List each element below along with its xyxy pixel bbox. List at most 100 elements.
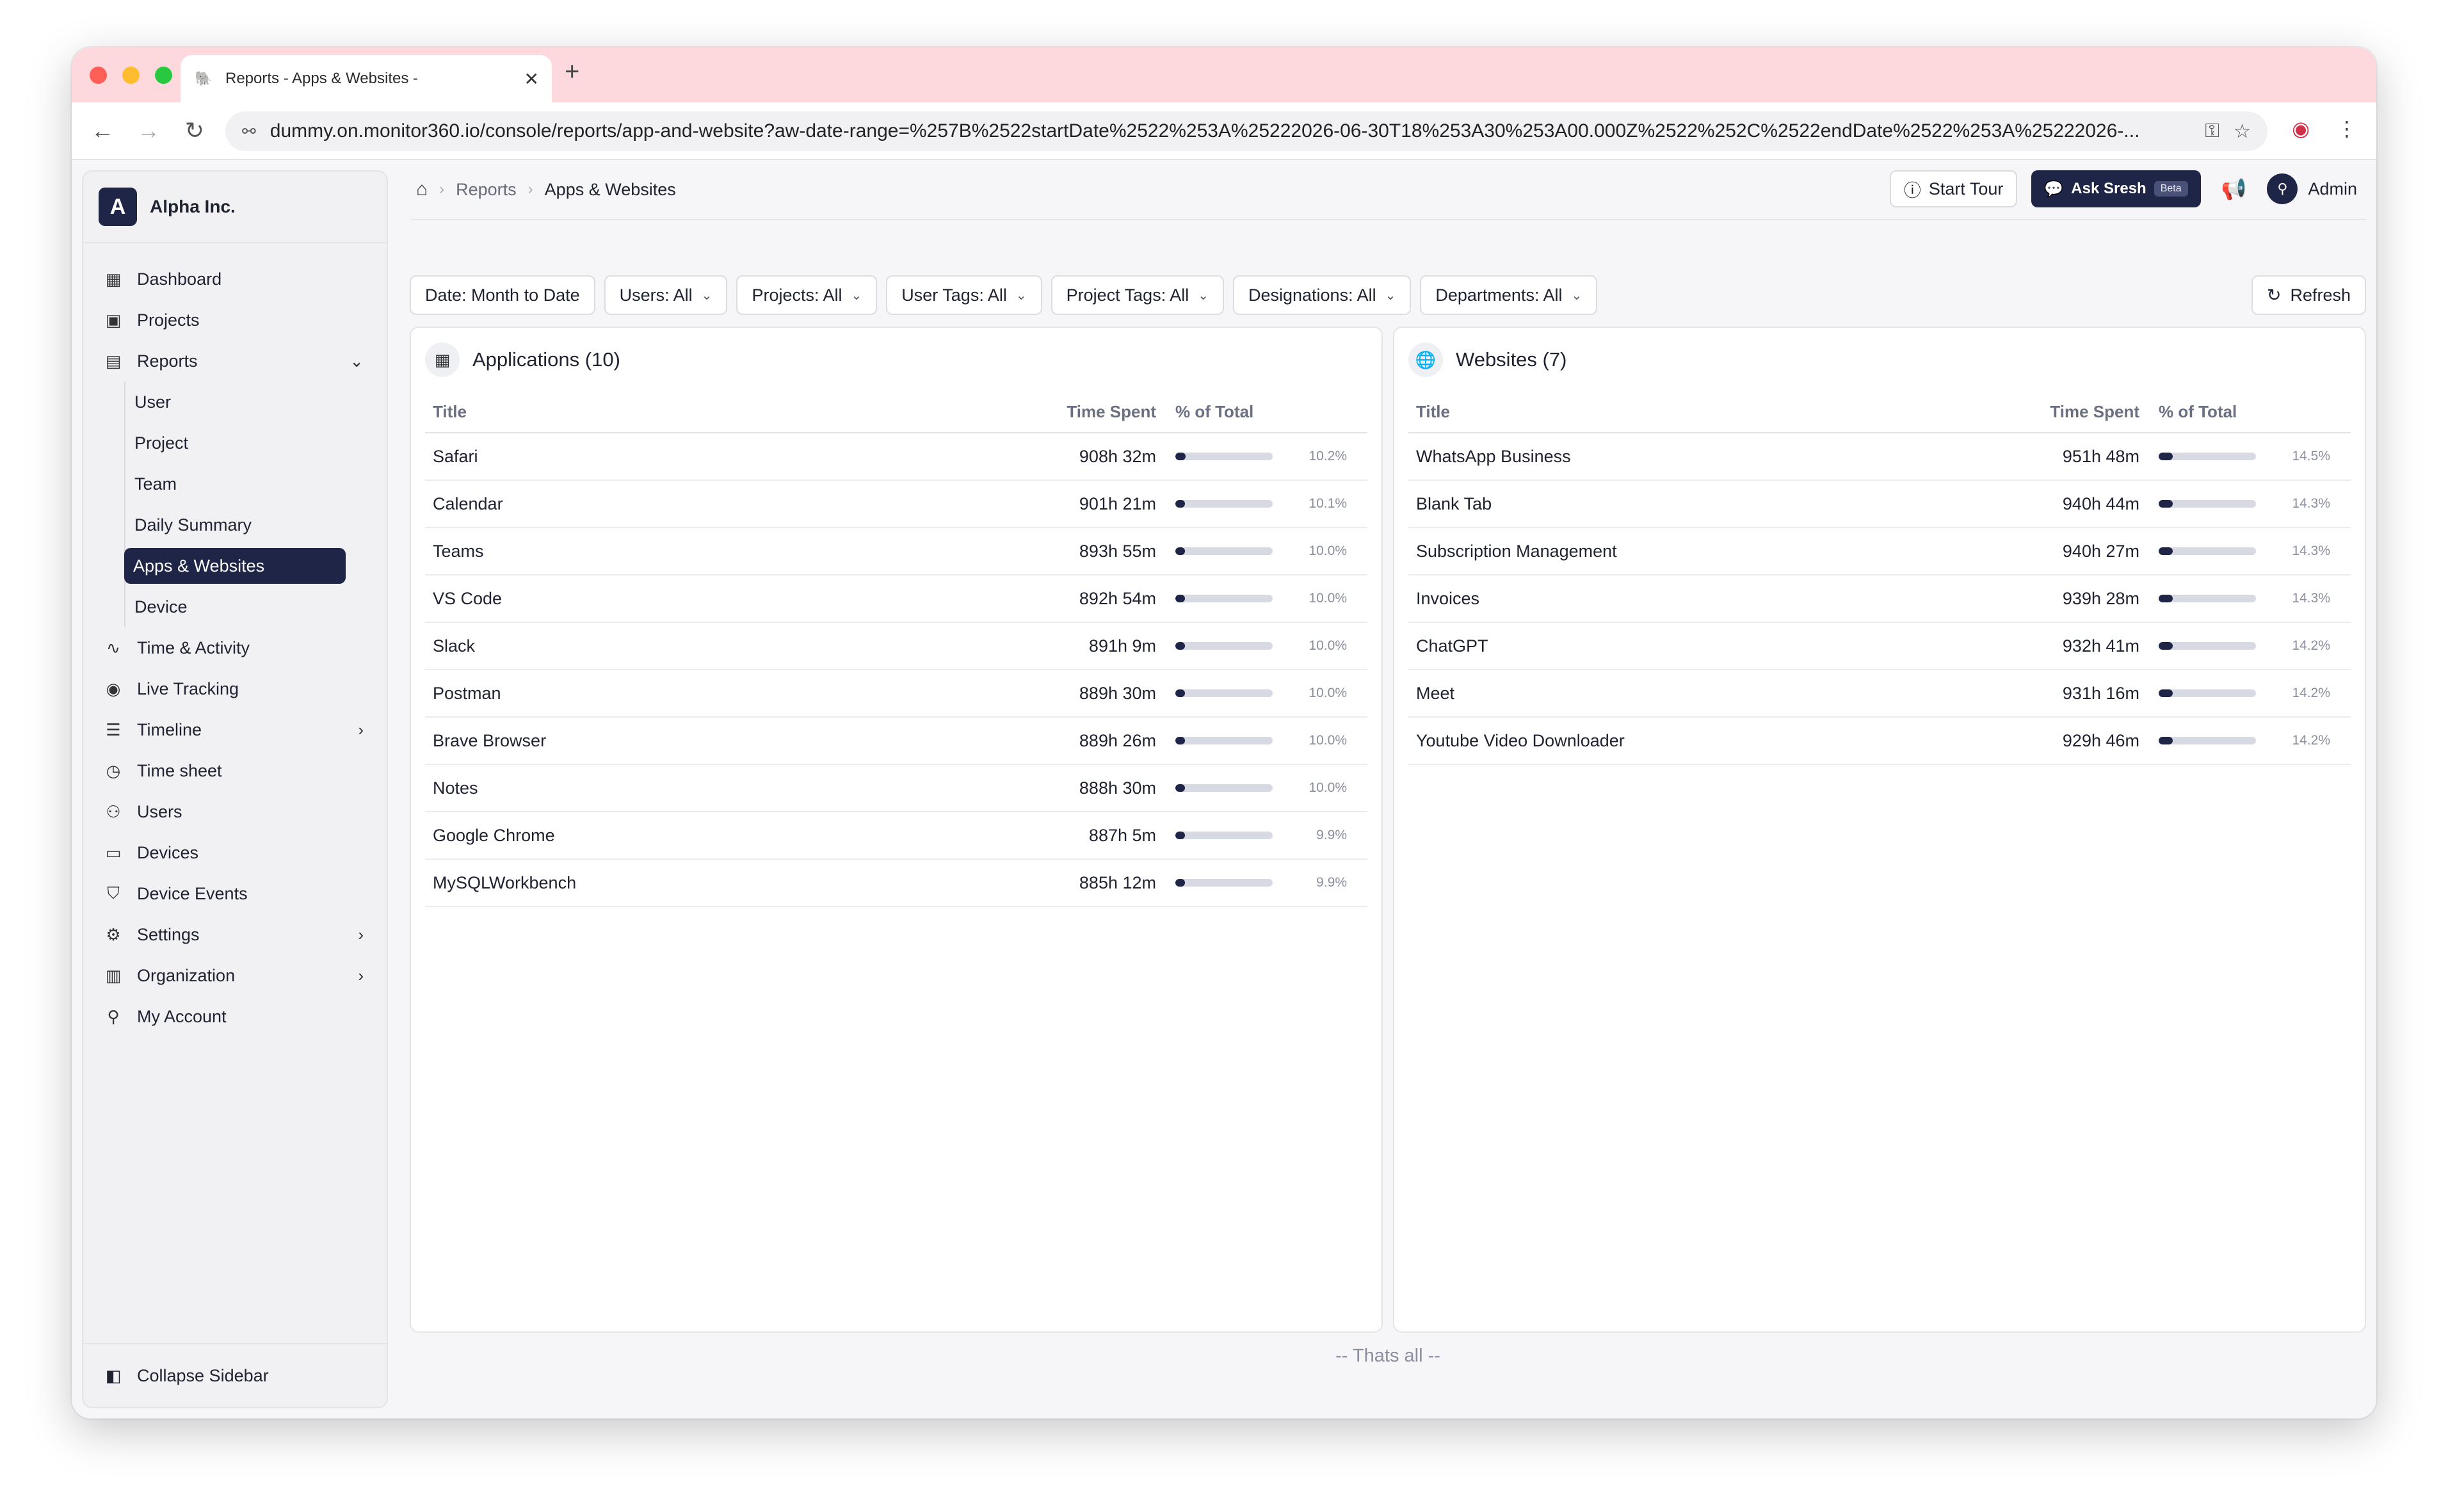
column-header-time-spent[interactable]: Time Spent [2031, 392, 2159, 433]
column-header-percent[interactable]: % of Total [2159, 392, 2351, 433]
close-window-button[interactable] [90, 66, 107, 84]
row-percent: 14.3% [2159, 480, 2351, 528]
home-icon[interactable]: ⌂ [416, 179, 428, 200]
sidebar-item-dashboard[interactable]: ▦ Dashboard [83, 259, 387, 300]
row-title: Postman [425, 670, 1047, 718]
sidebar-item-time-activity[interactable]: ∿ Time & Activity [83, 627, 387, 668]
departments-filter[interactable]: Departments: All ⌄ [1420, 275, 1598, 315]
new-tab-icon[interactable]: + [565, 58, 579, 86]
table-row[interactable]: Calendar 901h 21m 10.1% [425, 480, 1367, 528]
sidebar-item-projects[interactable]: ▣ Projects [83, 300, 387, 341]
table-row[interactable]: ChatGPT 932h 41m 14.2% [1408, 622, 2351, 670]
sidebar-item-device-events[interactable]: ⛉ Device Events [83, 873, 387, 914]
row-percent: 14.5% [2159, 433, 2351, 481]
profile-icon[interactable]: ◉ [2292, 117, 2310, 141]
row-percent: 10.0% [1175, 622, 1367, 670]
sidebar-item-live-tracking[interactable]: ◉ Live Tracking [83, 668, 387, 709]
row-percent: 14.3% [2159, 527, 2351, 575]
sidebar-item-my-account[interactable]: ⚲ My Account [83, 996, 387, 1037]
sidebar-item-timeline[interactable]: ☰ Timeline › [83, 709, 387, 750]
sidebar-item-label: Device Events [137, 883, 248, 903]
sidebar-subitem-device[interactable]: Device [125, 586, 387, 627]
announcements-icon[interactable]: 📢 [2215, 177, 2253, 201]
users-filter[interactable]: Users: All ⌄ [604, 275, 728, 315]
chevron-right-icon[interactable]: › [358, 966, 364, 986]
percent-text: 9.9% [1316, 828, 1347, 842]
close-tab-icon[interactable]: ✕ [524, 68, 539, 90]
table-row[interactable]: WhatsApp Business 951h 48m 14.5% [1408, 433, 2351, 481]
project-tags-filter[interactable]: Project Tags: All ⌄ [1051, 275, 1224, 315]
filter-label: User Tags: All [901, 285, 1007, 305]
column-header-title[interactable]: Title [425, 392, 1047, 433]
row-percent: 10.0% [1175, 575, 1367, 623]
row-percent: 9.9% [1175, 812, 1367, 860]
column-header-percent[interactable]: % of Total [1175, 392, 1367, 433]
reload-icon[interactable]: ↻ [172, 117, 218, 144]
date-filter[interactable]: Date: Month to Date [410, 275, 595, 315]
row-percent: 10.2% [1175, 433, 1367, 481]
column-header-time-spent[interactable]: Time Spent [1047, 392, 1175, 433]
browser-tab-active[interactable]: 🐘 Reports - Apps & Websites - ✕ [181, 55, 552, 102]
applications-title: Applications (10) [472, 348, 620, 371]
table-row[interactable]: Slack 891h 9m 10.0% [425, 622, 1367, 670]
sidebar-item-organization[interactable]: ▥ Organization › [83, 955, 387, 996]
breadcrumb-reports[interactable]: Reports [456, 180, 517, 200]
sidebar-subitem-team[interactable]: Team [125, 463, 387, 504]
table-row[interactable]: Meet 931h 16m 14.2% [1408, 670, 2351, 718]
table-row[interactable]: Google Chrome 887h 5m 9.9% [425, 812, 1367, 860]
table-row[interactable]: VS Code 892h 54m 10.0% [425, 575, 1367, 623]
sidebar-item-users[interactable]: ⚇ Users [83, 791, 387, 832]
admin-label: Admin [2308, 179, 2357, 198]
sidebar-item-reports[interactable]: ▤ Reports ⌄ [83, 341, 387, 382]
maximize-window-button[interactable] [155, 66, 172, 84]
user-tags-filter[interactable]: User Tags: All ⌄ [886, 275, 1042, 315]
sidebar-subitem-project[interactable]: Project [125, 422, 387, 463]
sidebar-subitem-daily-summary[interactable]: Daily Summary [125, 504, 387, 545]
forward-icon[interactable]: → [125, 117, 172, 144]
apps-grid-icon: ▦ [425, 342, 460, 377]
table-row[interactable]: Invoices 939h 28m 14.3% [1408, 575, 2351, 623]
table-row[interactable]: Blank Tab 940h 44m 14.3% [1408, 480, 2351, 528]
admin-menu[interactable]: ⚲ Admin [2267, 173, 2366, 204]
bookmark-star-icon[interactable]: ☆ [2234, 120, 2251, 143]
column-header-title[interactable]: Title [1408, 392, 2031, 433]
password-key-icon[interactable]: ⚿ [2205, 120, 2219, 142]
table-row[interactable]: Safari 908h 32m 10.2% [425, 433, 1367, 481]
table-row[interactable]: Youtube Video Downloader 929h 46m 14.2% [1408, 717, 2351, 765]
org-switcher[interactable]: A Alpha Inc. [83, 172, 387, 243]
table-row[interactable]: Brave Browser 889h 26m 10.0% [425, 717, 1367, 765]
collapse-sidebar-button[interactable]: ◧ Collapse Sidebar [83, 1343, 387, 1407]
start-tour-button[interactable]: ⓘ Start Tour [1889, 170, 2018, 207]
sidebar-subitem-apps-websites[interactable]: Apps & Websites [124, 548, 346, 584]
designations-filter[interactable]: Designations: All ⌄ [1232, 275, 1412, 315]
percent-bar [1175, 879, 1273, 887]
projects-filter[interactable]: Projects: All ⌄ [736, 275, 878, 315]
timeline-icon: ☰ [106, 720, 121, 739]
url-field[interactable]: ⚯ dummy.on.monitor360.io/console/reports… [225, 111, 2267, 151]
table-row[interactable]: MySQLWorkbench 885h 12m 9.9% [425, 859, 1367, 907]
table-row[interactable]: Teams 893h 55m 10.0% [425, 527, 1367, 575]
table-row[interactable]: Notes 888h 30m 10.0% [425, 764, 1367, 812]
site-settings-icon[interactable]: ⚯ [242, 122, 256, 141]
chevron-right-icon[interactable]: › [358, 720, 364, 740]
sidebar-item-time-sheet[interactable]: ◷ Time sheet [83, 750, 387, 791]
percent-bar [1175, 595, 1273, 602]
back-icon[interactable]: ← [79, 117, 125, 144]
header-actions: ⓘ Start Tour 💬 Ask Sresh Beta 📢 ⚲ Admin [1889, 170, 2366, 207]
chevron-down-icon: ⌄ [1385, 288, 1396, 303]
chevron-right-icon[interactable]: › [358, 925, 364, 945]
percent-bar-fill [1175, 500, 1186, 508]
browser-menu-icon[interactable]: ⋮ [2337, 117, 2357, 141]
table-row[interactable]: Postman 889h 30m 10.0% [425, 670, 1367, 718]
sidebar-item-devices[interactable]: ▭ Devices [83, 832, 387, 873]
percent-bar [1175, 642, 1273, 650]
sidebar-item-settings[interactable]: ⚙ Settings › [83, 914, 387, 955]
refresh-button[interactable]: ↻ Refresh [2251, 275, 2366, 315]
ask-sresh-button[interactable]: 💬 Ask Sresh Beta [2031, 170, 2201, 207]
sidebar-subitem-user[interactable]: User [125, 382, 387, 422]
chevron-down-icon[interactable]: ⌄ [350, 351, 364, 371]
table-row[interactable]: Subscription Management 940h 27m 14.3% [1408, 527, 2351, 575]
minimize-window-button[interactable] [122, 66, 140, 84]
percent-bar [1175, 689, 1273, 697]
percent-bar-fill [1175, 547, 1186, 555]
